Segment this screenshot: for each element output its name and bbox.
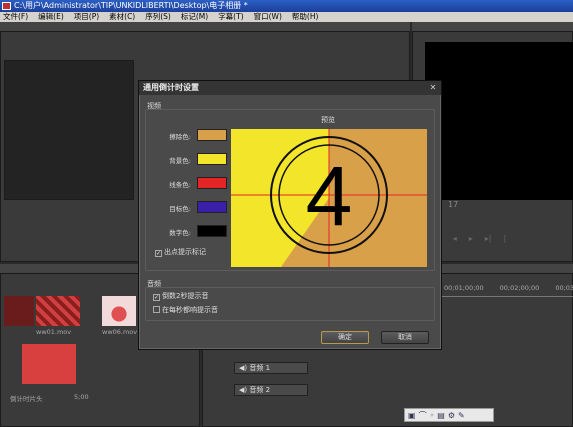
source-viewer [4, 60, 134, 200]
preview-label: 预览 [321, 116, 335, 124]
menu-marker[interactable]: 标记(M) [180, 12, 209, 22]
every-second-beep-label: 在每秒都响提示音 [162, 306, 218, 314]
countdown-preview: 4 [231, 129, 427, 267]
cancel-button[interactable]: 取消 [381, 331, 429, 344]
menu-file[interactable]: 文件(F) [2, 12, 29, 22]
clip-name: 倒计时片头 [10, 395, 43, 403]
timeline-ruler-line [436, 296, 573, 297]
cue-marker-checkbox[interactable]: ✓ 出点提示标记 [155, 247, 206, 257]
transport-controls: | ◂ ▸ ▸| | [438, 234, 573, 246]
ok-button[interactable]: 确定 [321, 331, 369, 344]
menu-help[interactable]: 帮助(H) [291, 12, 320, 22]
ime-icon[interactable]: ▣ [408, 411, 416, 420]
audio-track-1-header[interactable]: ◀) 音频 1 [234, 362, 308, 374]
step-back-icon[interactable]: ◂ [453, 234, 457, 246]
clip-thumbnail[interactable] [4, 296, 34, 326]
clip-thumbnail[interactable] [102, 296, 136, 326]
background-color-label: 背景色: [169, 157, 191, 165]
countdown-thumbnail[interactable] [22, 344, 76, 384]
program-timecode: 17 [448, 200, 459, 209]
checkbox-box[interactable] [153, 306, 160, 313]
program-tabstrip [412, 22, 573, 32]
menu-project[interactable]: 项目(P) [73, 12, 100, 22]
line-color-swatch[interactable] [197, 177, 227, 189]
every-second-beep-checkbox[interactable]: 在每秒都响提示音 [153, 305, 218, 315]
speaker-icon[interactable]: ◀) [239, 386, 249, 394]
checkbox-box[interactable]: ✓ [153, 294, 160, 301]
ime-tool-icon[interactable]: ✎ [458, 411, 465, 420]
wipe-color-label: 擦除色: [169, 133, 191, 141]
ruler-tick: 00;01;00;00 [444, 284, 484, 292]
ime-settings-icon[interactable]: ⚙ [448, 411, 455, 420]
ruler-tick: 00;03;00;00 [555, 284, 573, 292]
two-second-beep-label: 倒数2秒提示音 [162, 292, 209, 300]
dialog-title: 通用倒计时设置 [139, 81, 441, 95]
ruler-tick: 00;02;00;00 [499, 284, 540, 292]
ime-toolbar[interactable]: ▣ ⌒ ◦ ▤ ⚙ ✎ [404, 408, 494, 422]
ime-keyboard-icon[interactable]: ▤ [437, 411, 445, 420]
step-forward-icon[interactable]: ▸| [485, 234, 492, 246]
two-second-beep-checkbox[interactable]: ✓ 倒数2秒提示音 [153, 291, 208, 301]
track-label: 音频 2 [249, 386, 271, 394]
clip-name: ww06.mov [102, 328, 138, 336]
app-icon [2, 2, 11, 10]
timeline-ruler[interactable]: 00;01;00;00 00;02;00;00 00;03;00;00 [436, 284, 573, 294]
close-icon[interactable]: ✕ [428, 83, 438, 93]
play-icon[interactable]: ▸ [469, 234, 473, 246]
cue-marker-label: 出点提示标记 [164, 248, 206, 256]
menu-sequence[interactable]: 序列(S) [144, 12, 172, 22]
menu-window[interactable]: 窗口(W) [253, 12, 283, 22]
mark-out-icon[interactable]: | [503, 234, 506, 246]
program-monitor [425, 42, 573, 200]
audio-track-2-header[interactable]: ◀) 音频 2 [234, 384, 308, 396]
clip-thumbnail[interactable] [36, 296, 80, 326]
number-color-label: 数字色: [169, 229, 191, 237]
menu-title[interactable]: 字幕(T) [217, 12, 244, 22]
preview-number: 4 [306, 149, 353, 243]
target-color-swatch[interactable] [197, 201, 227, 213]
background-color-swatch[interactable] [197, 153, 227, 165]
target-color-label: 目标色: [169, 205, 191, 213]
window-title: C:\用户\Administrator\TIP\UNKIDLIBERTI\Des… [14, 1, 248, 10]
track-label: 音频 1 [249, 364, 271, 372]
countdown-settings-dialog: 通用倒计时设置 ✕ 视频 预览 擦除色: 背景色: 线条色: 目标色: 数字色:… [138, 80, 442, 350]
menu-bar: 文件(F) 编辑(E) 项目(P) 素材(C) 序列(S) 标记(M) 字幕(T… [0, 12, 573, 22]
ime-mode-icon[interactable]: ⌒ [419, 410, 427, 421]
source-tabstrip [0, 22, 410, 32]
menu-edit[interactable]: 编辑(E) [37, 12, 65, 22]
line-color-label: 线条色: [169, 181, 191, 189]
wipe-color-swatch[interactable] [197, 129, 227, 141]
menu-clip[interactable]: 素材(C) [108, 12, 136, 22]
ime-punct-icon[interactable]: ◦ [430, 411, 435, 420]
window-titlebar: C:\用户\Administrator\TIP\UNKIDLIBERTI\Des… [0, 0, 573, 12]
speaker-icon[interactable]: ◀) [239, 364, 249, 372]
clip-name: ww01.mov [36, 328, 72, 336]
number-color-swatch[interactable] [197, 225, 227, 237]
clip-duration: 5;00 [74, 393, 89, 401]
checkbox-box[interactable]: ✓ [155, 250, 162, 257]
